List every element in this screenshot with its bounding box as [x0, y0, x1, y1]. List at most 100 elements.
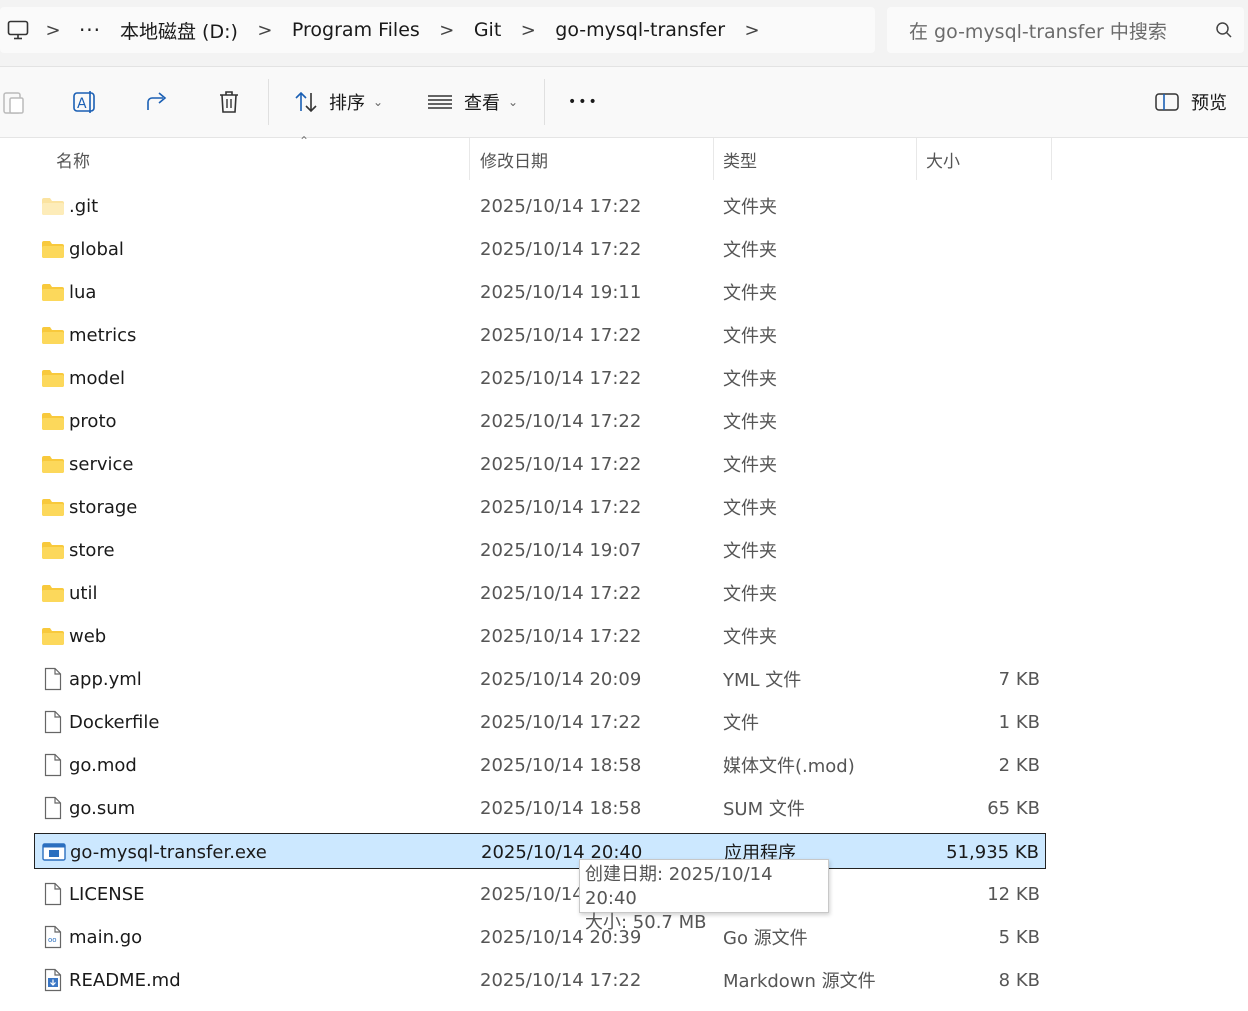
file-modified-date: 2025/10/14 19:11: [480, 281, 642, 303]
file-modified-date: 2025/10/14 17:22: [480, 195, 642, 217]
file-row[interactable]: go-mysql-transfer.exe 2025/10/14 20:40 应用程…: [34, 833, 1046, 869]
file-row[interactable]: LICENSE 2025/10/14 12 KB: [34, 876, 1046, 912]
search-placeholder: 在 go-mysql-transfer 中搜索: [909, 20, 1167, 43]
chevron-down-icon: ⌄: [373, 95, 384, 109]
file-modified-date: 2025/10/14 17:22: [480, 324, 642, 346]
file-row[interactable]: web 2025/10/14 17:22 文件夹: [34, 618, 1046, 654]
file-row[interactable]: README.md 2025/10/14 17:22 Markdown 源文件 8 K…: [34, 962, 1046, 998]
file-row[interactable]: go.mod 2025/10/14 18:58 媒体文件(.mod) 2 KB: [34, 747, 1046, 783]
preview-pane-button[interactable]: 预览: [1155, 81, 1227, 123]
sort-button[interactable]: 排序 ⌄: [293, 81, 383, 123]
column-header-row: 名称 ⌃ 修改日期 类型 大小: [0, 134, 1248, 180]
file-row[interactable]: global 2025/10/14 17:22 文件夹: [34, 231, 1046, 267]
column-header-size[interactable]: 大小: [917, 138, 1052, 180]
folder-light-icon: [40, 188, 66, 224]
more-options-button[interactable]: •••: [568, 81, 599, 123]
chevron-right-icon[interactable]: >: [735, 20, 769, 41]
file-name: web: [69, 625, 107, 647]
file-type: 文件夹: [723, 326, 777, 347]
column-header-name[interactable]: 名称 ⌃: [47, 134, 470, 180]
chevron-right-icon[interactable]: >: [36, 20, 70, 41]
file-row[interactable]: service 2025/10/14 17:22 文件夹: [34, 446, 1046, 482]
breadcrumb-go-mysql-transfer[interactable]: go-mysql-transfer: [545, 19, 735, 41]
file-size: 7 KB: [998, 668, 1040, 690]
file-modified-date: 2025/10/14 17:22: [480, 496, 642, 518]
file-row[interactable]: oo main.go 2025/10/14 20:39 Go 源文件 5 KB: [34, 919, 1046, 955]
file-row[interactable]: model 2025/10/14 17:22 文件夹: [34, 360, 1046, 396]
file-row[interactable]: .git 2025/10/14 17:22 文件夹: [34, 188, 1046, 224]
file-name: global: [69, 238, 124, 260]
folder-icon: [40, 231, 66, 267]
paste-button[interactable]: [2, 81, 26, 123]
file-name: go-mysql-transfer.exe: [70, 841, 267, 863]
file-name: proto: [69, 410, 117, 432]
toolbar-divider: [268, 79, 269, 125]
file-size: 5 KB: [998, 926, 1040, 948]
file-row[interactable]: metrics 2025/10/14 17:22 文件夹: [34, 317, 1046, 353]
file-name: service: [69, 453, 134, 475]
file-tooltip: 创建日期: 2025/10/14 20:40 大小: 50.7 MB: [579, 859, 829, 933]
file-name: .git: [69, 195, 99, 217]
file-name: LICENSE: [69, 883, 145, 905]
file-name: lua: [69, 281, 97, 303]
tooltip-created-date: 创建日期: 2025/10/14 20:40: [585, 864, 773, 909]
search-icon[interactable]: [1204, 21, 1244, 39]
file-modified-date: 2025/10/14 20:09: [480, 668, 642, 690]
file-row[interactable]: store 2025/10/14 19:07 文件夹: [34, 532, 1046, 568]
preview-pane-icon: [1155, 93, 1179, 111]
breadcrumb-drive-d[interactable]: 本地磁盘 (D:): [110, 17, 248, 44]
share-button[interactable]: [145, 81, 171, 123]
file-size: 12 KB: [987, 883, 1040, 905]
breadcrumb-program-files[interactable]: Program Files: [282, 19, 430, 41]
file-icon: [40, 661, 66, 697]
sort-ascending-icon: ⌃: [299, 134, 310, 148]
file-row[interactable]: Dockerfile 2025/10/14 17:22 文件 1 KB: [34, 704, 1046, 740]
chevron-right-icon[interactable]: >: [511, 20, 545, 41]
file-row[interactable]: lua 2025/10/14 19:11 文件夹: [34, 274, 1046, 310]
file-icon: [40, 747, 66, 783]
file-type: 文件夹: [723, 412, 777, 433]
file-row[interactable]: util 2025/10/14 17:22 文件夹: [34, 575, 1046, 611]
file-row[interactable]: storage 2025/10/14 17:22 文件夹: [34, 489, 1046, 525]
search-input[interactable]: 在 go-mysql-transfer 中搜索: [887, 7, 1244, 53]
file-row[interactable]: app.yml 2025/10/14 20:09 YML 文件 7 KB: [34, 661, 1046, 697]
sort-label: 排序: [329, 93, 365, 114]
view-icon: [428, 95, 452, 109]
exe-icon: [41, 834, 67, 870]
file-name: go.sum: [69, 797, 136, 819]
file-size: 2 KB: [998, 754, 1040, 776]
chevron-right-icon[interactable]: >: [248, 20, 282, 41]
file-modified-date: 2025/10/14 18:58: [480, 797, 642, 819]
breadcrumb-more-button[interactable]: ···: [70, 18, 110, 42]
file-type: YML 文件: [723, 670, 802, 691]
column-header-size-label: 大小: [926, 151, 960, 172]
file-row[interactable]: proto 2025/10/14 17:22 文件夹: [34, 403, 1046, 439]
column-header-date-label: 修改日期: [480, 151, 548, 172]
file-icon: [40, 876, 66, 912]
chevron-right-icon[interactable]: >: [430, 20, 464, 41]
file-icon: [40, 790, 66, 826]
address-bar[interactable]: > ··· 本地磁盘 (D:) > Program Files > Git > …: [0, 7, 875, 53]
column-header-date[interactable]: 修改日期: [471, 138, 714, 180]
preview-label: 预览: [1191, 93, 1227, 114]
folder-icon: [40, 618, 66, 654]
breadcrumb-git[interactable]: Git: [464, 19, 511, 41]
view-button[interactable]: 查看 ⌄: [427, 81, 518, 123]
file-type: SUM 文件: [723, 799, 805, 820]
file-name: Dockerfile: [69, 711, 160, 733]
file-name: main.go: [69, 926, 143, 948]
file-type: 文件夹: [723, 455, 777, 476]
file-row[interactable]: go.sum 2025/10/14 18:58 SUM 文件 65 KB: [34, 790, 1046, 826]
column-header-type[interactable]: 类型: [714, 138, 917, 180]
rename-button[interactable]: A: [72, 81, 98, 123]
this-pc-icon[interactable]: [0, 7, 36, 53]
share-icon: [147, 92, 167, 110]
file-type: 文件夹: [723, 584, 777, 605]
delete-button[interactable]: [217, 81, 241, 123]
file-name: metrics: [69, 324, 137, 346]
file-modified-date: 2025/10/14 17:22: [480, 625, 642, 647]
file-type: 文件夹: [723, 197, 777, 218]
column-header-type-label: 类型: [723, 151, 757, 172]
file-type: 文件夹: [723, 627, 777, 648]
folder-icon: [40, 403, 66, 439]
